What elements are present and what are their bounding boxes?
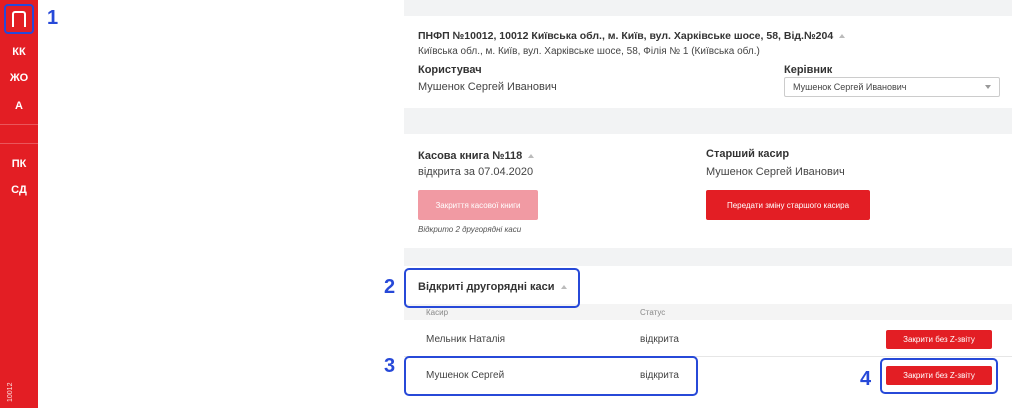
table-row: Мельник Наталія відкрита Закрити без Z-з… bbox=[404, 322, 1012, 356]
office-title-text: ПНФП №10012, 10012 Київська обл., м. Киї… bbox=[418, 30, 834, 42]
senior-cashier-label: Старший касир bbox=[706, 148, 790, 160]
sidebar-item-zho[interactable]: ЖО bbox=[0, 72, 38, 84]
sidebar-divider bbox=[0, 143, 38, 144]
sidebar-item-pk[interactable]: ПК bbox=[0, 158, 38, 170]
office-card: ПНФП №10012, 10012 Київська обл., м. Киї… bbox=[404, 16, 1012, 108]
highlight-box-2 bbox=[404, 268, 580, 308]
chevron-down-icon bbox=[985, 85, 991, 89]
office-address: Київська обл., м. Київ, вул. Харківське … bbox=[418, 46, 760, 57]
sidebar-footer-id: 10012 bbox=[7, 382, 14, 402]
collapse-caret-icon[interactable] bbox=[528, 154, 535, 159]
senior-cashier-name: Мушенок Сергей Иванович bbox=[706, 166, 845, 178]
transfer-senior-shift-button[interactable]: Передати зміну старшого касира bbox=[706, 190, 870, 220]
secondary-open-note: Відкрито 2 другорядні каси bbox=[418, 225, 522, 234]
marker-1: 1 bbox=[47, 7, 59, 29]
sidebar-item-kk[interactable]: КК bbox=[0, 46, 38, 58]
manager-select[interactable]: Мушенок Сергей Иванович bbox=[784, 77, 1000, 97]
logo-icon bbox=[12, 11, 26, 27]
manager-label: Керівник bbox=[784, 64, 833, 76]
marker-4: 4 bbox=[860, 368, 872, 390]
row-status: відкрита bbox=[640, 334, 679, 345]
cashbook-title-text: Касова книга №118 bbox=[418, 150, 523, 162]
sidebar-divider bbox=[0, 124, 38, 125]
close-without-z-report-button[interactable]: Закрити без Z-звіту bbox=[886, 330, 992, 349]
cashbook-card: Касова книга №118 відкрита за 07.04.2020… bbox=[404, 134, 1012, 248]
sidebar: КК ЖО А ПК СД 10012 bbox=[0, 0, 38, 408]
row-cashier-name: Мельник Наталія bbox=[426, 334, 506, 345]
sidebar-item-a[interactable]: А bbox=[0, 100, 38, 112]
highlight-box-3 bbox=[404, 356, 698, 396]
highlight-box-4 bbox=[880, 358, 998, 394]
office-title: ПНФП №10012, 10012 Київська обл., м. Киї… bbox=[418, 30, 846, 42]
user-label: Користувач bbox=[418, 64, 482, 76]
marker-3: 3 bbox=[384, 355, 396, 377]
column-header-cashier: Касир bbox=[426, 308, 449, 317]
manager-select-value: Мушенок Сергей Иванович bbox=[793, 82, 907, 92]
sidebar-item-sd[interactable]: СД bbox=[0, 184, 38, 196]
cashbook-title: Касова книга №118 bbox=[418, 150, 535, 162]
collapse-caret-icon[interactable] bbox=[839, 34, 846, 39]
column-header-status: Статус bbox=[640, 308, 666, 317]
user-name: Мушенок Сергей Иванович bbox=[418, 81, 557, 93]
close-cashbook-button[interactable]: Закриття касової книги bbox=[418, 190, 538, 220]
logo-button[interactable] bbox=[4, 4, 34, 34]
marker-2: 2 bbox=[384, 276, 396, 298]
cashbook-opened-date: відкрита за 07.04.2020 bbox=[418, 166, 534, 178]
